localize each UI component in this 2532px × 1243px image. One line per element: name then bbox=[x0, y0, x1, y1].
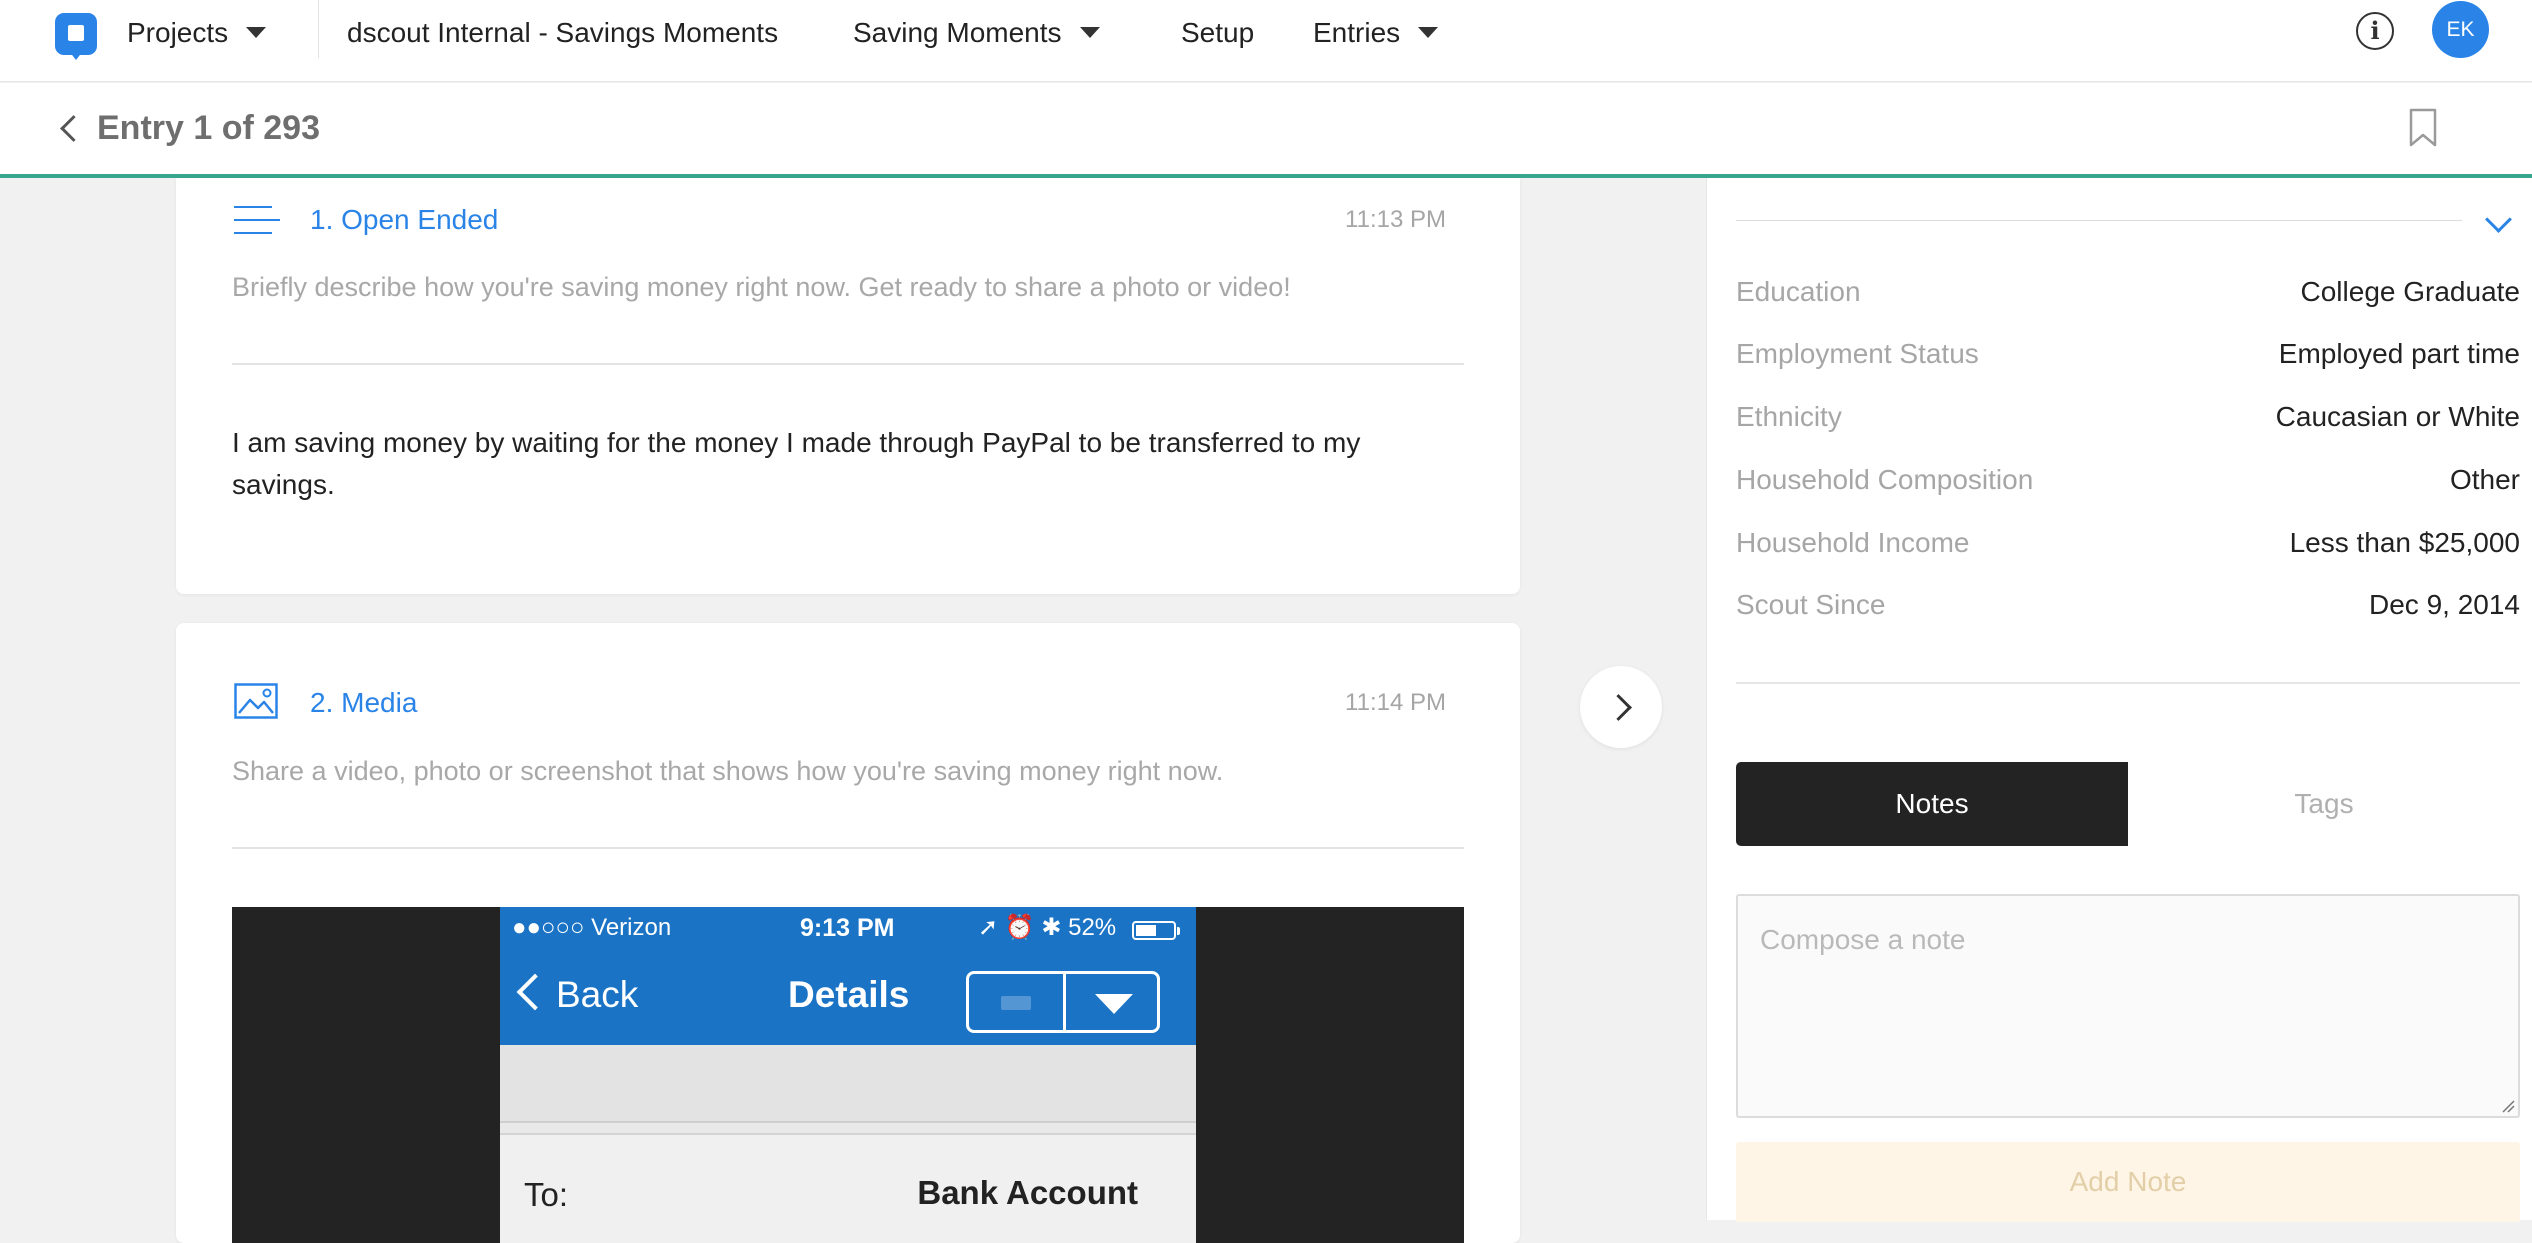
question-title: 1. Open Ended bbox=[310, 204, 499, 235]
setup-link[interactable]: Setup bbox=[1181, 16, 1254, 50]
attribute-value: College Graduate bbox=[2300, 276, 2520, 307]
entries-label: Entries bbox=[1313, 17, 1401, 48]
next-entry-button[interactable] bbox=[1580, 666, 1662, 748]
top-nav: Projects dscout Internal - Savings Momen… bbox=[0, 0, 2532, 82]
phone-screenshot: ●●○○○ Verizon 9:13 PM ➚ ⏰ ✱ 52% Back Det… bbox=[500, 907, 1196, 1243]
text-lines-icon bbox=[234, 206, 280, 234]
attribute-label: Household Composition bbox=[1736, 464, 2034, 495]
entry-header: Entry 1 of 293 bbox=[0, 83, 2532, 178]
project-name[interactable]: dscout Internal - Savings Moments bbox=[347, 16, 778, 50]
attribute-row-ethnicity: Ethnicity Caucasian or White bbox=[1736, 397, 2520, 437]
info-icon[interactable]: i bbox=[2356, 12, 2394, 50]
phone-row-value: Bank Account bbox=[917, 1174, 1138, 1211]
phone-detail-row: To: Bank Account bbox=[500, 1133, 1196, 1243]
question-prompt: Briefly describe how you're saving money… bbox=[232, 272, 1291, 302]
down-triangle-icon bbox=[1095, 994, 1133, 1014]
phone-nav-title: Details bbox=[788, 974, 910, 1015]
phone-row-label: To: bbox=[524, 1176, 569, 1213]
add-note-button[interactable]: Add Note bbox=[1736, 1142, 2520, 1222]
phone-back-label: Back bbox=[556, 974, 639, 1015]
resize-grip-icon[interactable] bbox=[2501, 1099, 2515, 1113]
carrier-text: ●●○○○ Verizon bbox=[512, 914, 672, 941]
attribute-row-household-composition: Household Composition Other bbox=[1736, 460, 2520, 500]
chevron-down-icon[interactable] bbox=[2485, 206, 2512, 233]
divider bbox=[1736, 220, 2462, 221]
user-avatar[interactable]: EK bbox=[2432, 1, 2489, 58]
chevron-down-icon bbox=[1079, 27, 1100, 39]
projects-label: Projects bbox=[127, 17, 229, 48]
divider bbox=[232, 847, 1464, 849]
nav-divider bbox=[318, 0, 319, 58]
attribute-label: Employment Status bbox=[1736, 338, 1979, 369]
attribute-row-household-income: Household Income Less than $25,000 bbox=[1736, 523, 2520, 563]
question-answer: I am saving money by waiting for the mon… bbox=[232, 427, 1361, 500]
question-time: 11:14 PM bbox=[1345, 689, 1446, 716]
status-indicators: ➚ ⏰ ✱ 52% bbox=[978, 914, 1117, 941]
attribute-label: Scout Since bbox=[1736, 589, 1886, 620]
back-chevron-icon bbox=[516, 973, 554, 1011]
question-card-open-ended: 1. Open Ended 11:13 PM Briefly describe … bbox=[176, 178, 1520, 594]
attribute-row-employment: Employment Status Employed part time bbox=[1736, 334, 2520, 374]
question-title: 2. Media bbox=[310, 687, 418, 718]
attribute-label: Education bbox=[1736, 276, 1861, 307]
compose-note-input[interactable] bbox=[1736, 894, 2520, 1118]
scout-profile-panel: Education College Graduate Employment St… bbox=[1706, 178, 2532, 1222]
phone-section-band bbox=[500, 1045, 1196, 1123]
media-screenshot[interactable]: ●●○○○ Verizon 9:13 PM ➚ ⏰ ✱ 52% Back Det… bbox=[232, 907, 1464, 1243]
entry-title: Entry 1 of 293 bbox=[97, 109, 320, 147]
battery-icon bbox=[1132, 921, 1180, 940]
attribute-label: Ethnicity bbox=[1736, 401, 1842, 432]
phone-time: 9:13 PM bbox=[800, 914, 895, 942]
dscout-logo-icon[interactable] bbox=[55, 13, 97, 60]
chevron-down-icon bbox=[246, 27, 267, 39]
up-arrow-icon bbox=[1001, 996, 1031, 1010]
phone-segmented-control bbox=[966, 971, 1160, 1033]
back-chevron-icon[interactable] bbox=[60, 115, 87, 142]
attribute-value: Dec 9, 2014 bbox=[2369, 589, 2520, 620]
attribute-value: Less than $25,000 bbox=[2289, 527, 2520, 558]
attribute-value: Employed part time bbox=[2278, 338, 2520, 369]
attribute-label: Household Income bbox=[1736, 527, 1970, 558]
tab-tags[interactable]: Tags bbox=[2128, 762, 2520, 846]
attribute-value: Caucasian or White bbox=[2275, 401, 2520, 432]
attribute-row-scout-since: Scout Since Dec 9, 2014 bbox=[1736, 585, 2520, 625]
projects-menu[interactable]: Projects bbox=[127, 16, 267, 50]
attribute-row-education: Education College Graduate bbox=[1736, 272, 2520, 312]
question-card-media: 2. Media 11:14 PM Share a video, photo o… bbox=[176, 623, 1520, 1243]
mission-label: Saving Moments bbox=[853, 17, 1062, 48]
phone-nav-bar: Back Details bbox=[500, 951, 1196, 1045]
notes-tags-tabs: Notes Tags bbox=[1736, 762, 2520, 846]
bookmark-icon[interactable] bbox=[2408, 108, 2438, 148]
mission-menu[interactable]: Saving Moments bbox=[853, 16, 1100, 50]
question-prompt: Share a video, photo or screenshot that … bbox=[232, 756, 1224, 786]
chevron-down-icon bbox=[1418, 27, 1439, 39]
phone-status-bar: ●●○○○ Verizon 9:13 PM ➚ ⏰ ✱ 52% bbox=[500, 907, 1196, 951]
image-icon bbox=[234, 683, 278, 719]
tab-notes[interactable]: Notes bbox=[1736, 762, 2128, 846]
divider bbox=[232, 363, 1464, 365]
entries-menu[interactable]: Entries bbox=[1313, 16, 1439, 50]
question-time: 11:13 PM bbox=[1345, 206, 1446, 233]
attribute-value: Other bbox=[2449, 464, 2520, 495]
divider bbox=[1736, 682, 2520, 684]
